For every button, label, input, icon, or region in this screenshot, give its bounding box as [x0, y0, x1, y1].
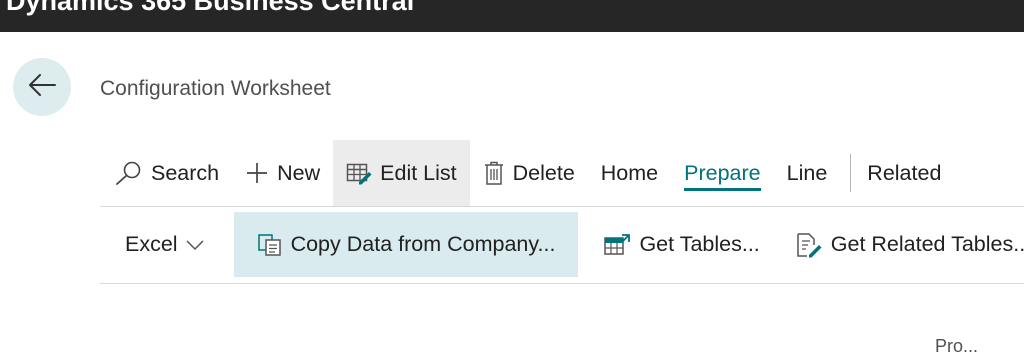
- tab-related[interactable]: Related: [867, 140, 954, 206]
- delete-button[interactable]: Delete: [470, 140, 588, 206]
- excel-label: Excel: [125, 232, 178, 256]
- app-title: Dynamics 365 Business Central: [6, 0, 415, 16]
- get-related-tables-icon: [795, 232, 823, 258]
- sub-bar-divider: [100, 283, 1024, 284]
- plus-icon: [245, 161, 269, 185]
- search-label: Search: [151, 160, 220, 185]
- copy-data-label: Copy Data from Company...: [290, 232, 556, 256]
- new-button[interactable]: New: [232, 140, 333, 206]
- excel-menu-button[interactable]: Excel: [100, 212, 234, 277]
- back-button[interactable]: [13, 58, 71, 116]
- get-tables-label: Get Tables...: [639, 232, 760, 256]
- tab-line-label: Line: [786, 160, 828, 185]
- copy-icon: [257, 233, 283, 257]
- tab-prepare[interactable]: Prepare: [671, 140, 774, 206]
- tab-related-label: Related: [867, 160, 942, 185]
- chevron-down-icon: [186, 239, 204, 251]
- edit-list-icon: [346, 161, 372, 185]
- tab-home-label: Home: [600, 160, 659, 185]
- tab-line[interactable]: Line: [774, 140, 841, 206]
- delete-label: Delete: [512, 160, 575, 185]
- tab-prepare-label: Prepare: [684, 160, 761, 185]
- edit-list-button[interactable]: Edit List: [333, 140, 470, 206]
- get-tables-icon: [603, 233, 631, 257]
- action-bar-separator: [850, 154, 852, 192]
- action-bar: Search New Edit List Delete Home Prepare…: [100, 140, 1024, 206]
- active-tab-indicator: [684, 188, 761, 191]
- tab-home[interactable]: Home: [588, 140, 671, 206]
- title-bar: Dynamics 365 Business Central: [0, 0, 1024, 32]
- action-bar-divider: [100, 206, 1024, 207]
- trash-icon: [483, 160, 505, 186]
- search-button[interactable]: Search: [100, 140, 232, 206]
- page-title: Configuration Worksheet: [100, 77, 331, 100]
- search-icon: [113, 160, 143, 186]
- arrow-left-icon: [27, 73, 57, 102]
- copy-data-from-company-button[interactable]: Copy Data from Company...: [233, 212, 579, 277]
- get-related-tables-button[interactable]: Get Related Tables...: [785, 212, 1024, 277]
- prepare-action-row: Excel Copy Data from Company... Get Tabl…: [100, 212, 1024, 277]
- edit-list-label: Edit List: [380, 160, 457, 185]
- get-related-tables-label: Get Related Tables...: [830, 232, 1024, 256]
- get-tables-button[interactable]: Get Tables...: [578, 212, 784, 277]
- new-label: New: [277, 160, 321, 185]
